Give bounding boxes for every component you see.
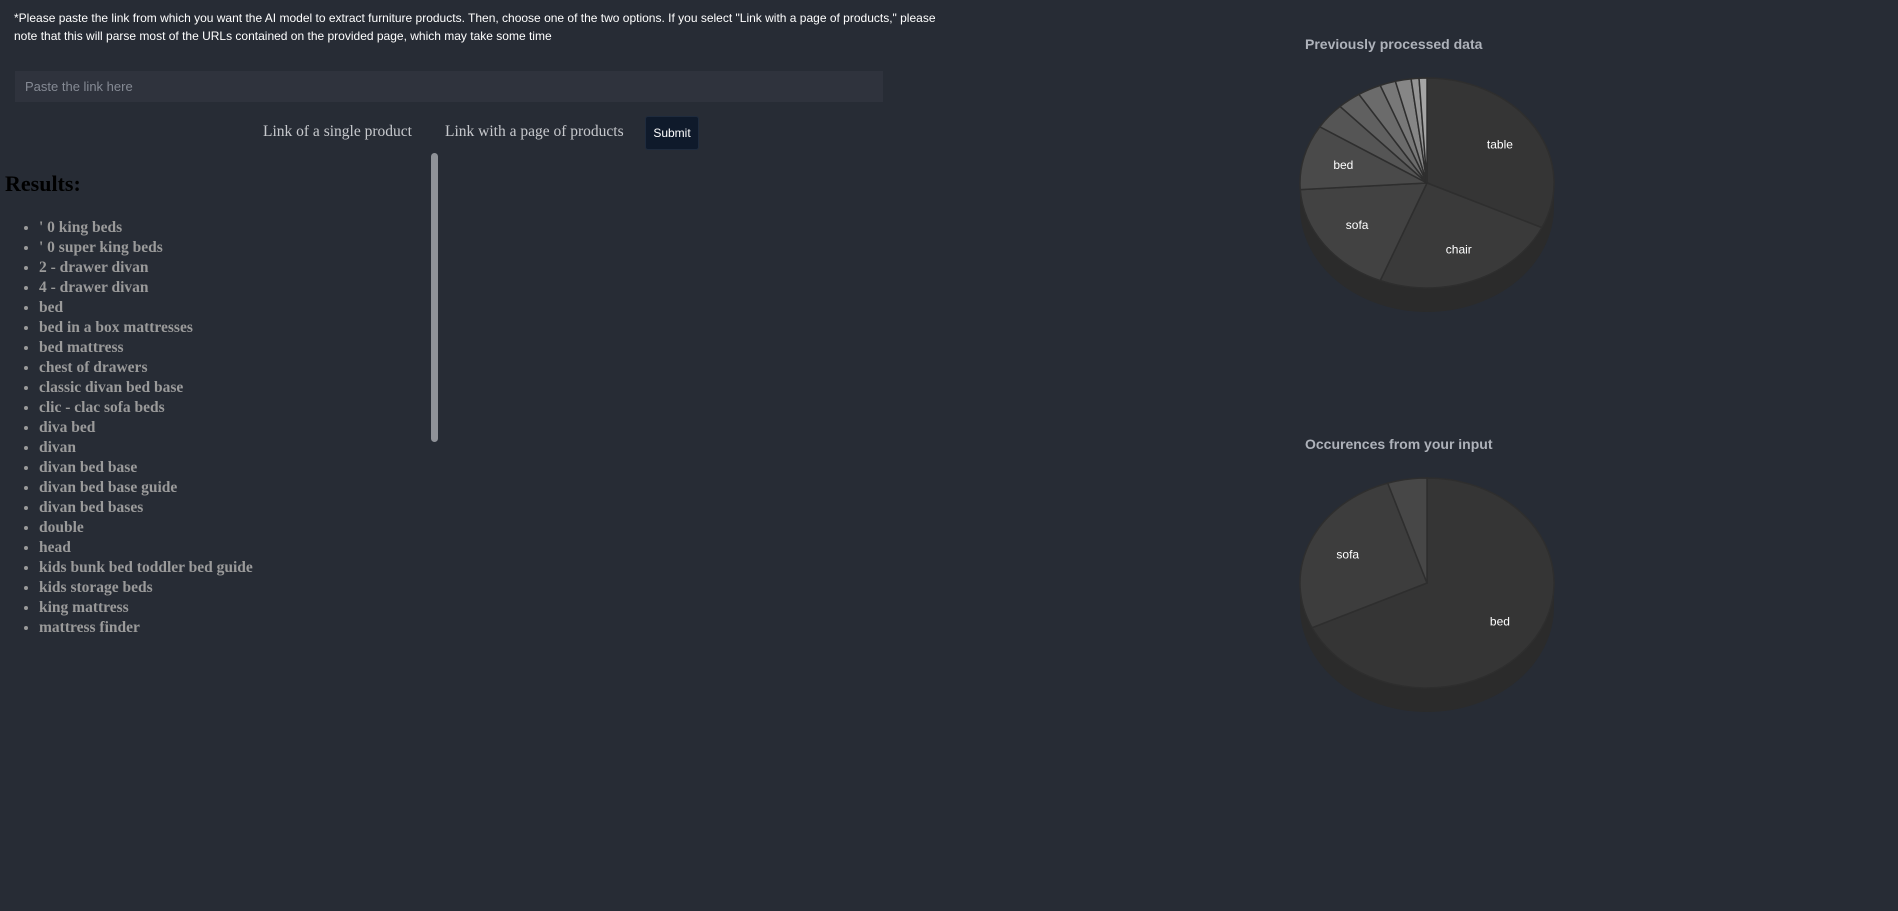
chart-title-occurrences: Occurences from your input xyxy=(1305,436,1493,452)
result-item: diva bed xyxy=(39,418,253,438)
result-item: 4 - drawer divan xyxy=(39,278,253,298)
result-item: bed in a box mattresses xyxy=(39,318,253,338)
pie-chart-occurrences: bed sofa xyxy=(1299,477,1555,712)
result-item: ' 0 super king beds xyxy=(39,238,253,258)
result-item: chest of drawers xyxy=(39,358,253,378)
pie-slice-label: chair xyxy=(1446,242,1472,256)
chart-title-previous: Previously processed data xyxy=(1305,36,1483,52)
pie-slice-label: bed xyxy=(1333,158,1353,172)
result-item: divan xyxy=(39,438,253,458)
link-input[interactable] xyxy=(15,71,883,102)
result-item: 2 - drawer divan xyxy=(39,258,253,278)
result-item: kids bunk bed toddler bed guide xyxy=(39,558,253,578)
results-scrollbar[interactable] xyxy=(431,153,438,442)
result-item: divan bed base xyxy=(39,458,253,478)
option-single-product[interactable]: Link of a single product xyxy=(263,123,412,141)
result-item: bed xyxy=(39,298,253,318)
pie-slice-label: bed xyxy=(1490,614,1510,628)
result-item: bed mattress xyxy=(39,338,253,358)
pie-slice-label: table xyxy=(1487,138,1513,152)
results-heading: Results: xyxy=(5,171,81,196)
result-item: classic divan bed base xyxy=(39,378,253,398)
result-item: head xyxy=(39,538,253,558)
result-item: king mattress xyxy=(39,598,253,618)
result-item: mattress finder xyxy=(39,618,253,638)
pie-chart-previous: table chair sofa bed xyxy=(1299,77,1555,312)
pie-slice-label: sofa xyxy=(1346,218,1369,232)
option-page-of-products[interactable]: Link with a page of products xyxy=(445,123,624,141)
pie-slice-label: sofa xyxy=(1336,548,1359,562)
results-list: ' 0 king beds' 0 super king beds2 - draw… xyxy=(0,218,253,638)
result-item: kids storage beds xyxy=(39,578,253,598)
result-item: divan bed bases xyxy=(39,498,253,518)
result-item: clic - clac sofa beds xyxy=(39,398,253,418)
result-item: ' 0 king beds xyxy=(39,218,253,238)
result-item: double xyxy=(39,518,253,538)
instructions-text: *Please paste the link from which you wa… xyxy=(14,11,936,43)
submit-button[interactable]: Submit xyxy=(645,116,699,150)
result-item: divan bed base guide xyxy=(39,478,253,498)
